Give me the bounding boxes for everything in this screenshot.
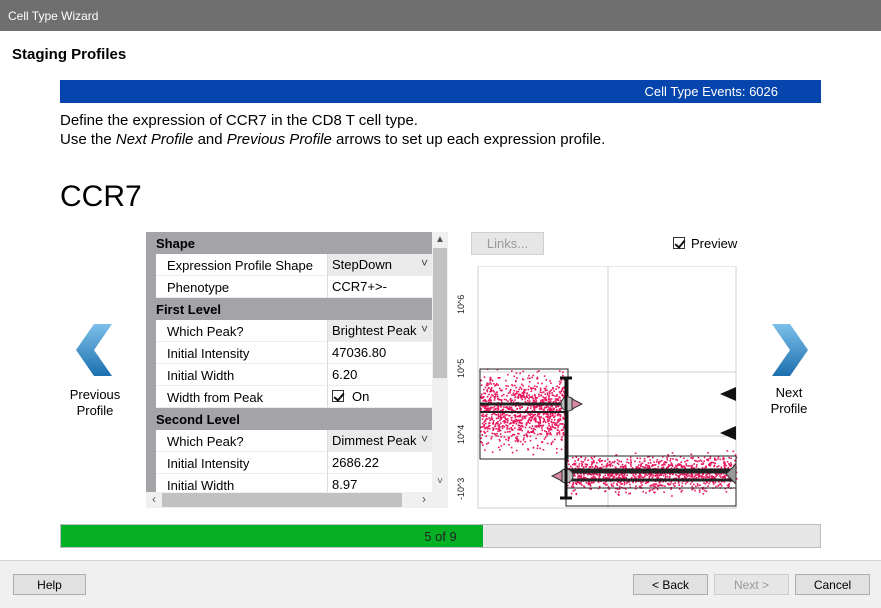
second-initial-intensity-field[interactable]: 2686.22: [327, 452, 432, 474]
previous-profile-label[interactable]: Previous Profile: [55, 387, 135, 419]
width-from-peak-checkbox[interactable]: On: [327, 386, 432, 408]
second-which-peak-select[interactable]: Dimmest Peak: [327, 430, 432, 452]
next-button[interactable]: Next >: [714, 574, 789, 595]
section-shape[interactable]: Shape: [146, 232, 432, 254]
wizard-progress-bar: 5 of 9: [60, 524, 821, 548]
events-bar: Cell Type Events: 6026: [60, 80, 821, 103]
expression-plot[interactable]: 10^6 10^5 10^4 -10^3: [450, 266, 740, 510]
next-label-line: Profile: [770, 401, 808, 416]
y-tick-label: 10^6: [456, 295, 466, 314]
next-label-line: Next: [775, 385, 803, 400]
first-initial-width-field[interactable]: 6.20: [327, 364, 432, 386]
property-row[interactable]: Initial Width 6.20: [146, 364, 432, 386]
scroll-corner: [432, 492, 448, 508]
y-tick-label: -10^3: [456, 478, 466, 500]
first-initial-intensity-field[interactable]: 47036.80: [327, 342, 432, 364]
property-label: Expression Profile Shape: [156, 254, 327, 276]
instr-next-profile: Next Profile: [115, 131, 194, 148]
checkbox-label: On: [352, 389, 370, 404]
property-grid[interactable]: Shape Expression Profile Shape StepDown …: [146, 232, 448, 508]
cell-type-events: Cell Type Events: 6026: [644, 84, 778, 99]
expression-profile-shape-select[interactable]: StepDown: [327, 254, 432, 276]
property-row[interactable]: Which Peak? Brightest Peak: [146, 320, 432, 342]
section-second-level[interactable]: Second Level: [146, 408, 432, 430]
help-button[interactable]: Help: [13, 574, 86, 595]
instr-text: arrows to set up each expression profile…: [331, 131, 606, 148]
instr-previous-profile: Previous Profile: [226, 131, 332, 148]
next-profile-label[interactable]: Next Profile: [749, 385, 829, 417]
checkbox-checked-icon[interactable]: [673, 237, 685, 249]
property-row[interactable]: Initial Intensity 47036.80: [146, 342, 432, 364]
preview-label: Preview: [691, 236, 738, 251]
links-button[interactable]: Links...: [471, 232, 544, 255]
instr-text: and: [193, 131, 227, 148]
scroll-right-icon[interactable]: ›: [416, 492, 432, 508]
instructions: Define the expression of CCR7 in the CD8…: [60, 111, 605, 149]
cancel-button[interactable]: Cancel: [795, 574, 870, 595]
back-button[interactable]: < Back: [633, 574, 708, 595]
wizard-footer: Help < Back Next > Cancel: [0, 560, 881, 608]
property-label: Phenotype: [156, 276, 327, 298]
chevron-left-icon: [76, 324, 112, 376]
instructions-line-1: Define the expression of CCR7 in the CD8…: [60, 112, 418, 129]
property-label: Which Peak?: [156, 320, 327, 342]
property-label: Initial Intensity: [156, 342, 327, 364]
next-profile-button[interactable]: [766, 320, 816, 380]
property-label: Which Peak?: [156, 430, 327, 452]
property-row[interactable]: Phenotype CCR7+>-: [146, 276, 432, 298]
scroll-down-icon[interactable]: ˅: [432, 476, 448, 492]
window-title: Cell Type Wizard: [0, 0, 881, 31]
property-row[interactable]: Width from Peak On: [146, 386, 432, 408]
instr-text: Use the: [60, 131, 116, 148]
y-tick-label: 10^4: [456, 425, 466, 444]
previous-profile-button[interactable]: [72, 320, 122, 380]
y-tick-labels: 10^6 10^5 10^4 -10^3: [456, 295, 466, 500]
chevron-right-icon: [772, 324, 808, 376]
property-row[interactable]: Expression Profile Shape StepDown: [146, 254, 432, 276]
property-label: Initial Width: [156, 364, 327, 386]
scroll-thumb[interactable]: [433, 248, 447, 378]
instructions-line-2: Use the Next Profile and Previous Profil…: [60, 130, 605, 149]
property-row[interactable]: Which Peak? Dimmest Peak: [146, 430, 432, 452]
section-first-level[interactable]: First Level: [146, 298, 432, 320]
y-tick-label: 10^5: [456, 359, 466, 378]
property-label: Initial Intensity: [156, 452, 327, 474]
horizontal-scrollbar[interactable]: ‹ ›: [146, 492, 432, 508]
scroll-left-icon[interactable]: ‹: [146, 492, 162, 508]
vertical-scrollbar[interactable]: ▲ ˅: [432, 232, 448, 492]
scroll-thumb[interactable]: [162, 493, 402, 507]
property-label: Width from Peak: [156, 386, 327, 408]
property-row[interactable]: Initial Intensity 2686.22: [146, 452, 432, 474]
previous-label-line: Previous: [69, 387, 121, 402]
preview-checkbox[interactable]: Preview: [673, 236, 737, 251]
phenotype-field[interactable]: CCR7+>-: [327, 276, 432, 298]
checkbox-checked-icon[interactable]: [332, 390, 344, 402]
page-heading: Staging Profiles: [12, 46, 127, 63]
previous-label-line: Profile: [76, 403, 114, 418]
marker-title: CCR7: [60, 180, 142, 213]
progress-text: 5 of 9: [424, 529, 457, 544]
first-which-peak-select[interactable]: Brightest Peak: [327, 320, 432, 342]
